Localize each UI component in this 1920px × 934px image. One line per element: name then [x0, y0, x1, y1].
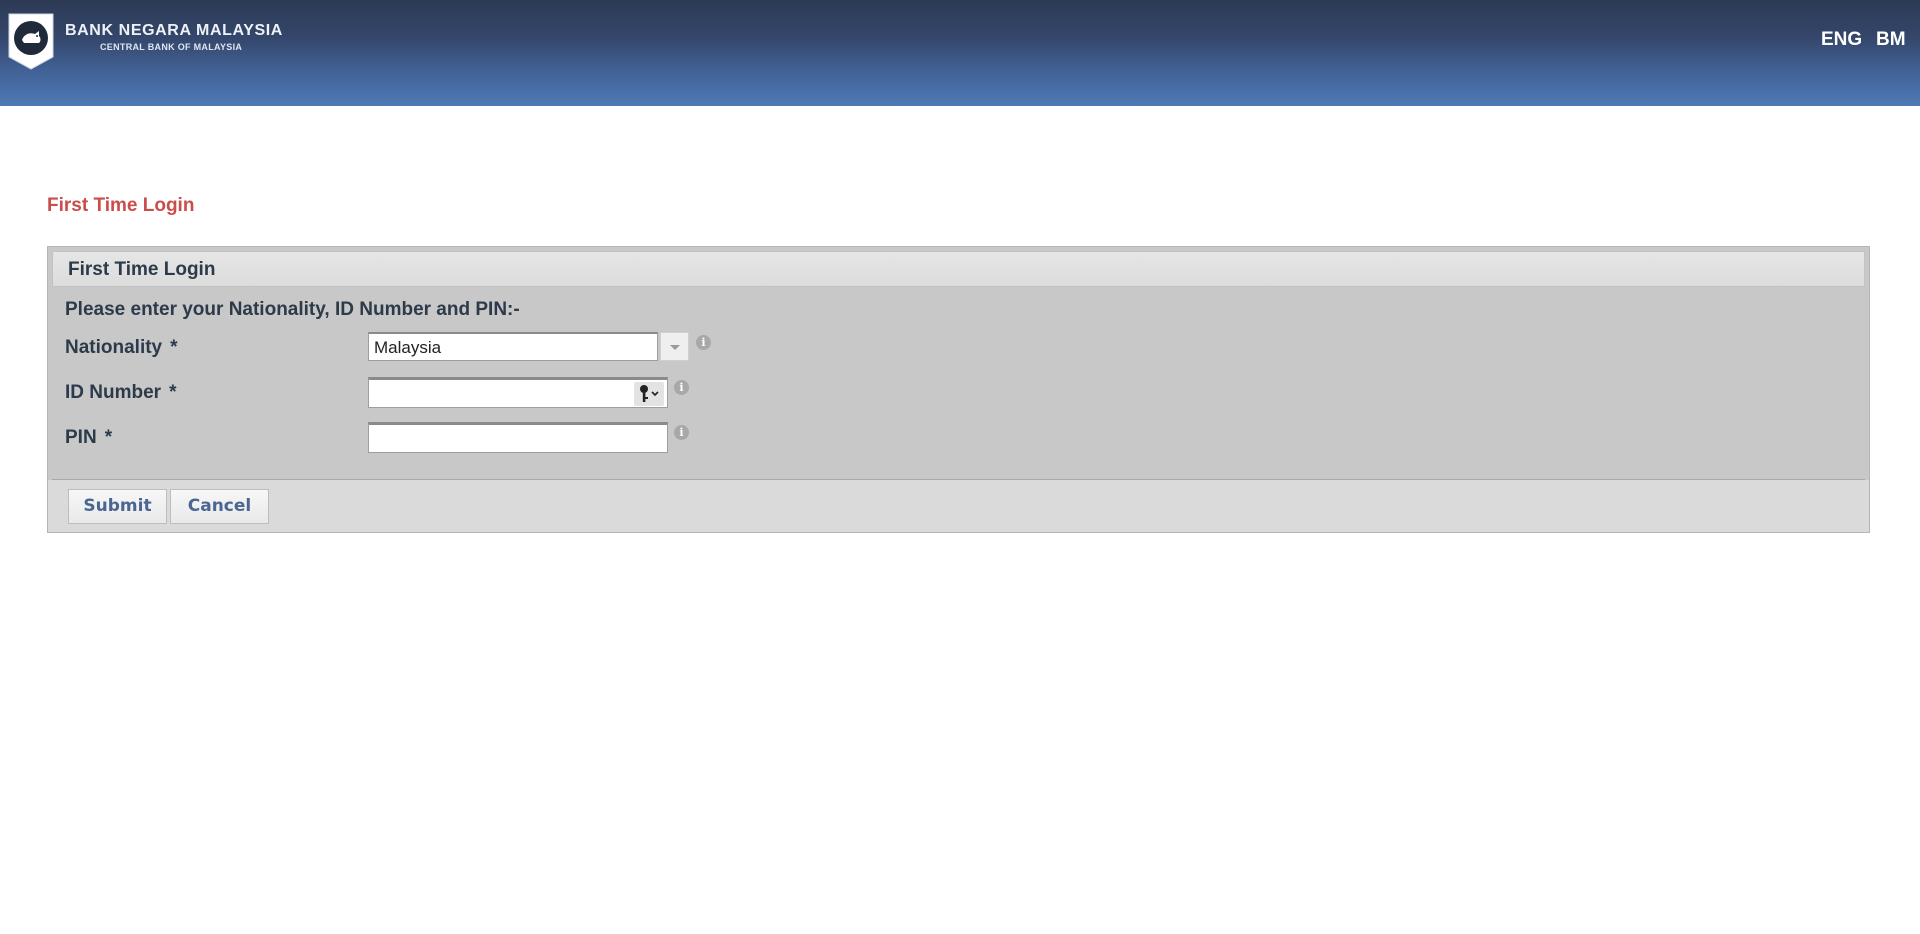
login-panel: First Time Login Please enter your Natio…: [47, 246, 1870, 533]
pin-input[interactable]: [368, 422, 668, 453]
instructions-text: Please enter your Nationality, ID Number…: [65, 299, 520, 320]
panel-heading: First Time Login: [68, 259, 216, 280]
bank-subtitle: CENTRAL BANK OF MALAYSIA: [100, 42, 243, 52]
page-title: First Time Login: [47, 195, 195, 216]
required-mark: *: [104, 427, 113, 448]
language-bm-link[interactable]: BM: [1876, 29, 1906, 51]
bank-name: BANK NEGARA MALAYSIA: [65, 22, 283, 39]
id-number-label-text: ID Number: [65, 382, 162, 403]
nationality-label-text: Nationality: [65, 337, 163, 358]
panel-header: First Time Login: [52, 251, 1865, 287]
cancel-button[interactable]: Cancel: [170, 489, 269, 524]
button-bar: Submit Cancel: [48, 480, 1869, 532]
bank-logo[interactable]: BANK NEGARA MALAYSIA CENTRAL BANK OF MAL…: [8, 13, 283, 73]
required-mark: *: [170, 337, 178, 358]
language-eng-link[interactable]: ENG: [1821, 29, 1862, 51]
required-mark: *: [169, 382, 177, 403]
nationality-selected-value: Malaysia: [374, 338, 442, 357]
id-number-input[interactable]: [368, 377, 668, 408]
info-icon[interactable]: i: [696, 335, 711, 350]
nationality-label: Nationality *: [65, 337, 178, 359]
info-icon[interactable]: i: [674, 425, 689, 440]
key-icon[interactable]: [634, 382, 664, 406]
info-icon[interactable]: i: [674, 380, 689, 395]
pin-label: PIN *: [65, 427, 112, 449]
chevron-down-icon[interactable]: [660, 332, 689, 361]
pin-label-text: PIN: [65, 427, 97, 448]
id-number-label: ID Number *: [65, 382, 176, 404]
nationality-select[interactable]: Malaysia: [368, 332, 658, 361]
shield-logo-icon: [8, 13, 54, 70]
submit-button[interactable]: Submit: [68, 489, 167, 524]
header-bar: BANK NEGARA MALAYSIA CENTRAL BANK OF MAL…: [0, 0, 1920, 106]
